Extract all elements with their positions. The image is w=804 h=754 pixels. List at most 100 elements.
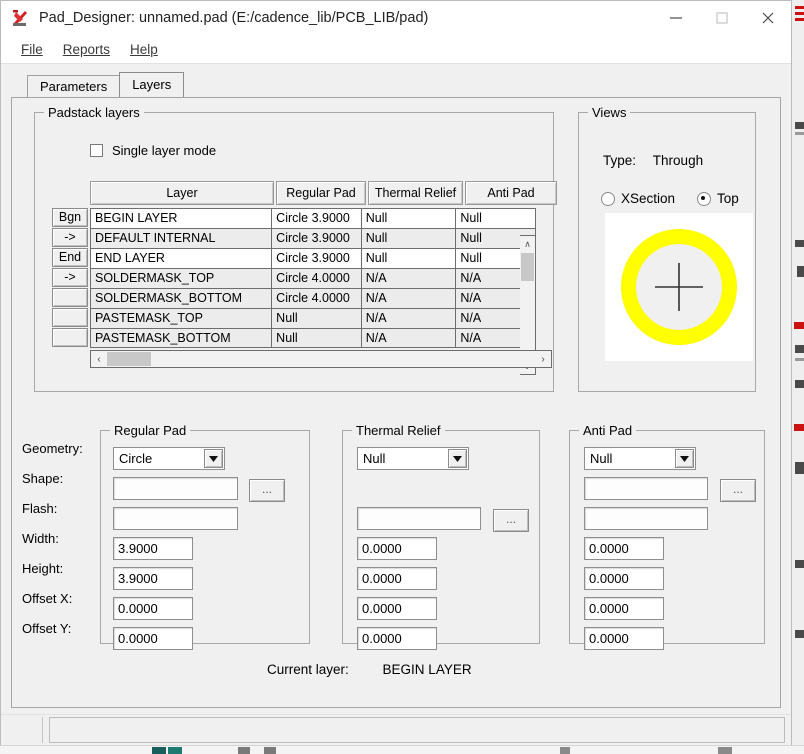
horizontal-scroll-thumb[interactable]	[107, 352, 151, 366]
cell-regular-pad[interactable]: Null	[272, 309, 362, 328]
chevron-down-icon[interactable]	[448, 449, 467, 468]
status-bar-message-field	[49, 717, 785, 743]
radio-xsection[interactable]	[601, 191, 615, 206]
thermal-relief-height-input[interactable]: 0.0000	[357, 567, 437, 590]
regular-pad-shape-browse-button[interactable]: ...	[249, 479, 285, 502]
scroll-right-icon[interactable]: ›	[535, 354, 551, 365]
cell-thermal-relief[interactable]: Null	[361, 209, 457, 228]
row-button-end[interactable]: End	[52, 248, 88, 267]
menu-item-help[interactable]: Help	[120, 40, 168, 59]
cell-layer[interactable]: DEFAULT INTERNAL	[91, 229, 273, 248]
table-row[interactable]: PASTEMASK_BOTTOM Null N/A N/A	[91, 329, 535, 347]
bg-mark	[795, 12, 804, 15]
regular-pad-flash-input[interactable]	[113, 507, 238, 530]
table-row[interactable]: PASTEMASK_TOP Null N/A N/A	[91, 309, 535, 329]
cell-regular-pad[interactable]: Circle 3.9000	[272, 249, 362, 268]
cell-layer[interactable]: BEGIN LAYER	[91, 209, 273, 228]
maximize-button[interactable]	[699, 1, 745, 35]
column-header-regular-pad[interactable]: Regular Pad	[276, 181, 366, 205]
table-horizontal-scrollbar[interactable]: ‹ ›	[90, 350, 552, 368]
cell-thermal-relief[interactable]: Null	[361, 249, 457, 268]
cell-thermal-relief[interactable]: N/A	[361, 329, 457, 347]
table-row[interactable]: SOLDERMASK_BOTTOM Circle 4.0000 N/A N/A	[91, 289, 535, 309]
regular-pad-shape-input[interactable]	[113, 477, 238, 500]
row-button-begin[interactable]: Bgn	[52, 208, 88, 227]
view-type-value: Through	[652, 153, 704, 168]
cell-regular-pad[interactable]: Circle 3.9000	[272, 229, 362, 248]
anti-pad-group: Anti Pad Null ... 0.0000 0.0000 0.0000 0…	[569, 423, 765, 650]
cell-layer[interactable]: PASTEMASK_TOP	[91, 309, 273, 328]
anti-pad-offset-y-input[interactable]: 0.0000	[584, 627, 664, 650]
cell-regular-pad[interactable]: Null	[272, 329, 362, 347]
layer-grid: BEGIN LAYER Circle 3.9000 Null Null DEFA…	[90, 208, 536, 348]
bg-mark	[795, 462, 804, 474]
table-row[interactable]: SOLDERMASK_TOP Circle 4.0000 N/A N/A	[91, 269, 535, 289]
cell-thermal-relief[interactable]: N/A	[361, 309, 457, 328]
column-header-anti-pad[interactable]: Anti Pad	[465, 181, 557, 205]
label-flash: Flash:	[22, 501, 58, 516]
chevron-down-icon[interactable]	[204, 449, 223, 468]
regular-pad-width-input[interactable]: 3.9000	[113, 537, 193, 560]
tab-layers[interactable]: Layers	[119, 72, 185, 97]
cell-layer[interactable]: END LAYER	[91, 249, 273, 268]
single-layer-mode-checkbox[interactable]	[90, 144, 103, 157]
property-labels-column: Geometry: Shape: Flash: Width: Height: O…	[22, 438, 98, 648]
thermal-relief-shape-browse-button[interactable]: ...	[493, 509, 529, 532]
cell-regular-pad[interactable]: Circle 4.0000	[272, 269, 362, 288]
menu-item-reports[interactable]: Reports	[53, 40, 120, 59]
table-row[interactable]: DEFAULT INTERNAL Circle 3.9000 Null Null	[91, 229, 535, 249]
close-button[interactable]	[745, 1, 791, 35]
title-bar[interactable]: Pad_Designer: unnamed.pad (E:/cadence_li…	[1, 1, 791, 35]
anti-pad-geometry-select[interactable]: Null	[584, 447, 696, 470]
cell-thermal-relief[interactable]: N/A	[361, 269, 457, 288]
anti-pad-offset-x-input[interactable]: 0.0000	[584, 597, 664, 620]
anti-pad-flash-input[interactable]	[584, 507, 708, 530]
row-button-blank-2[interactable]	[52, 308, 88, 327]
single-layer-mode-label: Single layer mode	[112, 143, 217, 158]
anti-pad-width-input[interactable]: 0.0000	[584, 537, 664, 560]
row-button-next-1[interactable]: ->	[52, 228, 88, 247]
cell-layer[interactable]: SOLDERMASK_BOTTOM	[91, 289, 273, 308]
regular-pad-offset-y-input[interactable]: 0.0000	[113, 627, 193, 650]
row-button-blank-3[interactable]	[52, 328, 88, 347]
scroll-left-icon[interactable]: ‹	[91, 354, 107, 365]
cell-regular-pad[interactable]: Circle 3.9000	[272, 209, 362, 228]
cell-layer[interactable]: SOLDERMASK_TOP	[91, 269, 273, 288]
tab-parameters[interactable]: Parameters	[27, 75, 121, 97]
radio-top[interactable]	[697, 191, 712, 206]
column-header-layer[interactable]: Layer	[90, 181, 274, 205]
regular-pad-height-input[interactable]: 3.9000	[113, 567, 193, 590]
label-height: Height:	[22, 561, 64, 576]
cell-layer[interactable]: PASTEMASK_BOTTOM	[91, 329, 273, 347]
cell-regular-pad[interactable]: Circle 4.0000	[272, 289, 362, 308]
thermal-relief-width-input[interactable]: 0.0000	[357, 537, 437, 560]
thermal-relief-offset-x-input[interactable]: 0.0000	[357, 597, 437, 620]
anti-pad-shape-browse-button[interactable]: ...	[720, 479, 756, 502]
regular-pad-offset-x-input[interactable]: 0.0000	[113, 597, 193, 620]
menu-bar: File Reports Help	[1, 35, 791, 64]
minimize-button[interactable]	[653, 1, 699, 35]
thermal-relief-shape-input[interactable]	[357, 507, 481, 530]
chevron-down-icon[interactable]	[675, 449, 694, 468]
padstack-layers-legend: Padstack layers	[44, 105, 144, 120]
table-header-row: Layer Regular Pad Thermal Relief Anti Pa…	[90, 181, 559, 205]
anti-pad-shape-input[interactable]	[584, 477, 708, 500]
thermal-relief-group: Thermal Relief Null ... 0.0000 0.0000 0.…	[342, 423, 540, 650]
thermal-relief-offset-y-input[interactable]: 0.0000	[357, 627, 437, 650]
table-row[interactable]: BEGIN LAYER Circle 3.9000 Null Null	[91, 209, 535, 229]
row-button-next-2[interactable]: ->	[52, 268, 88, 287]
anti-pad-height-input[interactable]: 0.0000	[584, 567, 664, 590]
cell-anti-pad[interactable]: Null	[456, 209, 535, 228]
cell-thermal-relief[interactable]: N/A	[361, 289, 457, 308]
bg-mark	[795, 18, 804, 21]
thermal-relief-geometry-select[interactable]: Null	[357, 447, 469, 470]
column-header-thermal-relief[interactable]: Thermal Relief	[368, 181, 463, 205]
regular-pad-geometry-select[interactable]: Circle	[113, 447, 225, 470]
vertical-scroll-thumb[interactable]	[521, 253, 534, 281]
row-button-blank-1[interactable]	[52, 288, 88, 307]
cell-thermal-relief[interactable]: Null	[361, 229, 457, 248]
single-layer-mode-row[interactable]: Single layer mode	[90, 143, 216, 158]
scroll-up-icon[interactable]: ∧	[520, 236, 535, 252]
menu-item-file[interactable]: File	[11, 40, 53, 59]
table-row[interactable]: END LAYER Circle 3.9000 Null Null	[91, 249, 535, 269]
